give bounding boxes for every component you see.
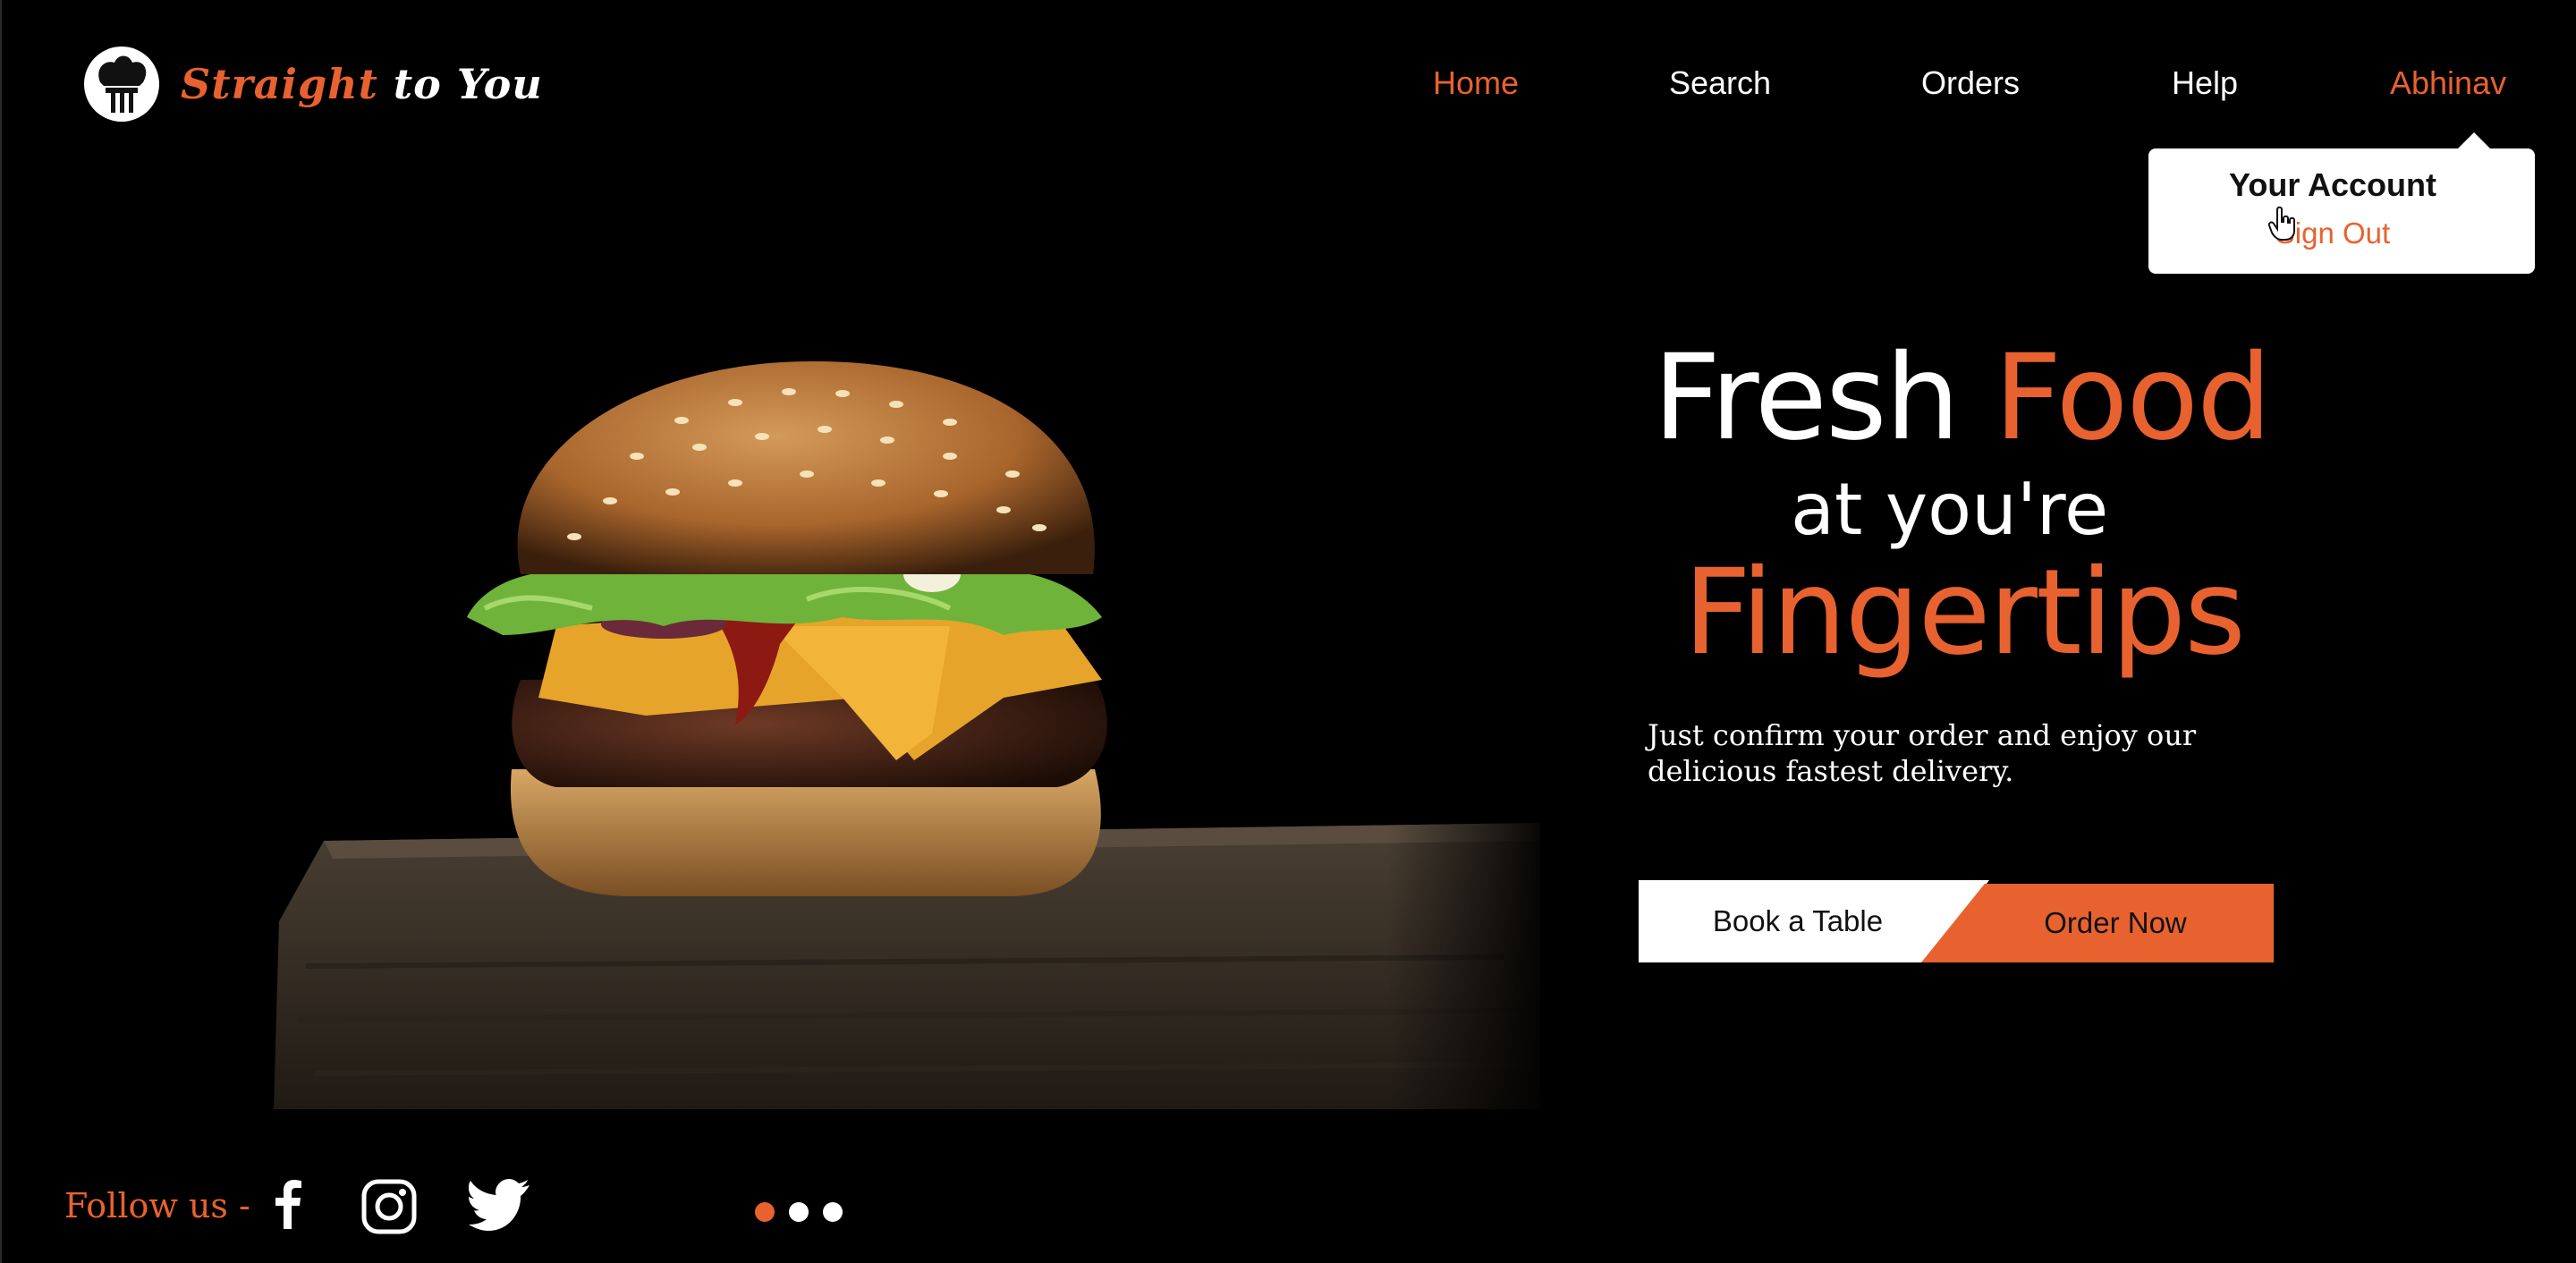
sign-out-link[interactable]: Sign Out xyxy=(2148,216,2517,250)
twitter-icon[interactable] xyxy=(469,1179,531,1235)
headline-line-3: Fingertips xyxy=(1683,544,2246,682)
headline-line-2: at you're xyxy=(1791,468,2109,551)
main-nav: Home Search Orders Help Abhinav xyxy=(2,64,2576,109)
nav-search[interactable]: Search xyxy=(1669,64,1771,102)
account-dropdown: Your Account Sign Out xyxy=(2148,132,2535,274)
burger-photo xyxy=(270,340,1540,1127)
follow-us-label: Follow us - xyxy=(64,1186,250,1225)
nav-orders[interactable]: Orders xyxy=(1921,64,2020,102)
instagram-icon[interactable] xyxy=(361,1179,417,1239)
carousel-dot-1[interactable] xyxy=(755,1202,775,1222)
hero-subtitle: Just confirm your order and enjoy our de… xyxy=(1648,718,2197,788)
facebook-icon[interactable] xyxy=(270,1179,306,1233)
nav-user-account[interactable]: Abhinav xyxy=(2390,64,2506,102)
account-menu-title[interactable]: Your Account xyxy=(2148,166,2517,204)
headline-word-fresh: Fresh xyxy=(1653,329,1960,467)
headline-line-1: Fresh Food xyxy=(1653,329,2272,467)
nav-help[interactable]: Help xyxy=(2172,64,2238,102)
page-frame: Straight to You Home Search Orders Help … xyxy=(0,0,2576,1263)
headline-word-food: Food xyxy=(1994,329,2272,467)
carousel-dots xyxy=(755,1202,857,1222)
carousel-dot-3[interactable] xyxy=(823,1202,843,1222)
hand-cursor-icon xyxy=(2267,206,2299,246)
carousel-dot-2[interactable] xyxy=(789,1202,809,1222)
nav-home[interactable]: Home xyxy=(1433,64,1519,102)
